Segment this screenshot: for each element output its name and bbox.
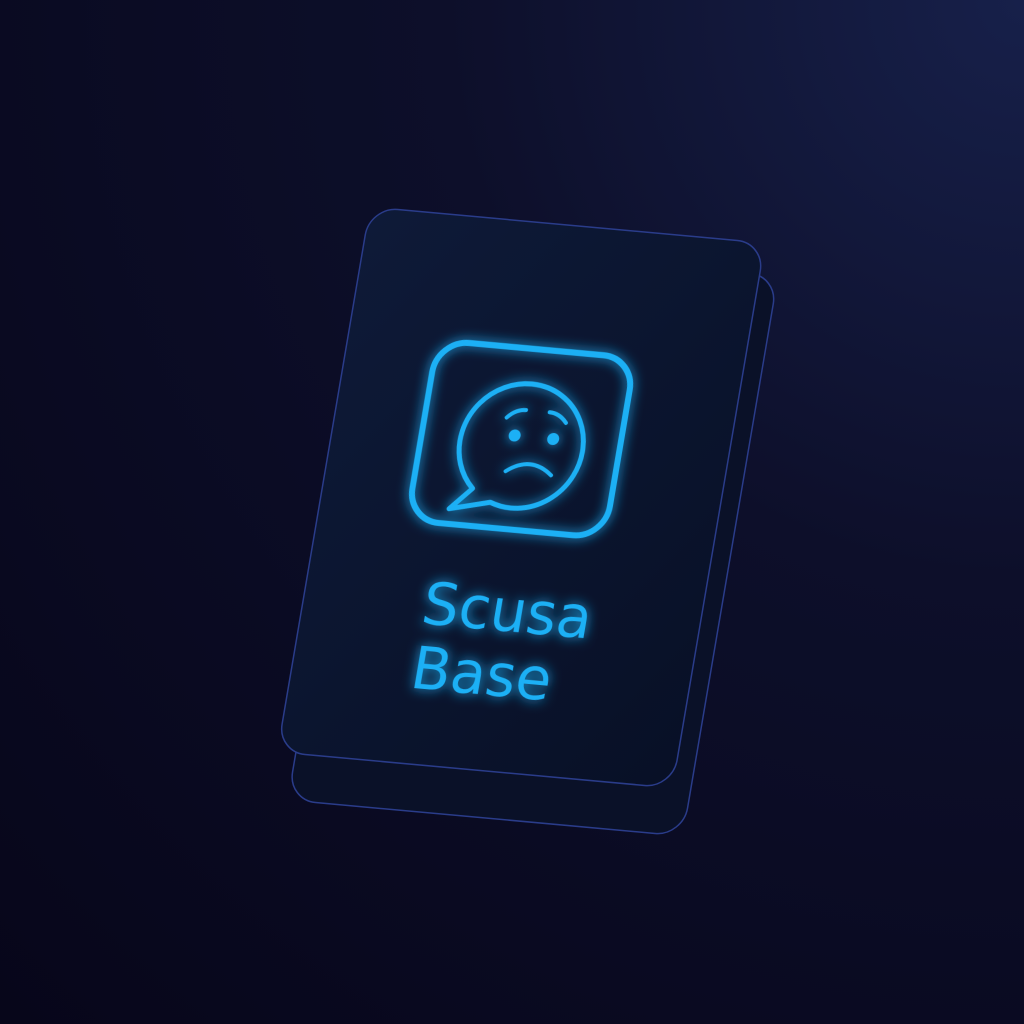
card-title-line2: Base (406, 634, 557, 715)
scene: Scusa Base (280, 208, 775, 835)
